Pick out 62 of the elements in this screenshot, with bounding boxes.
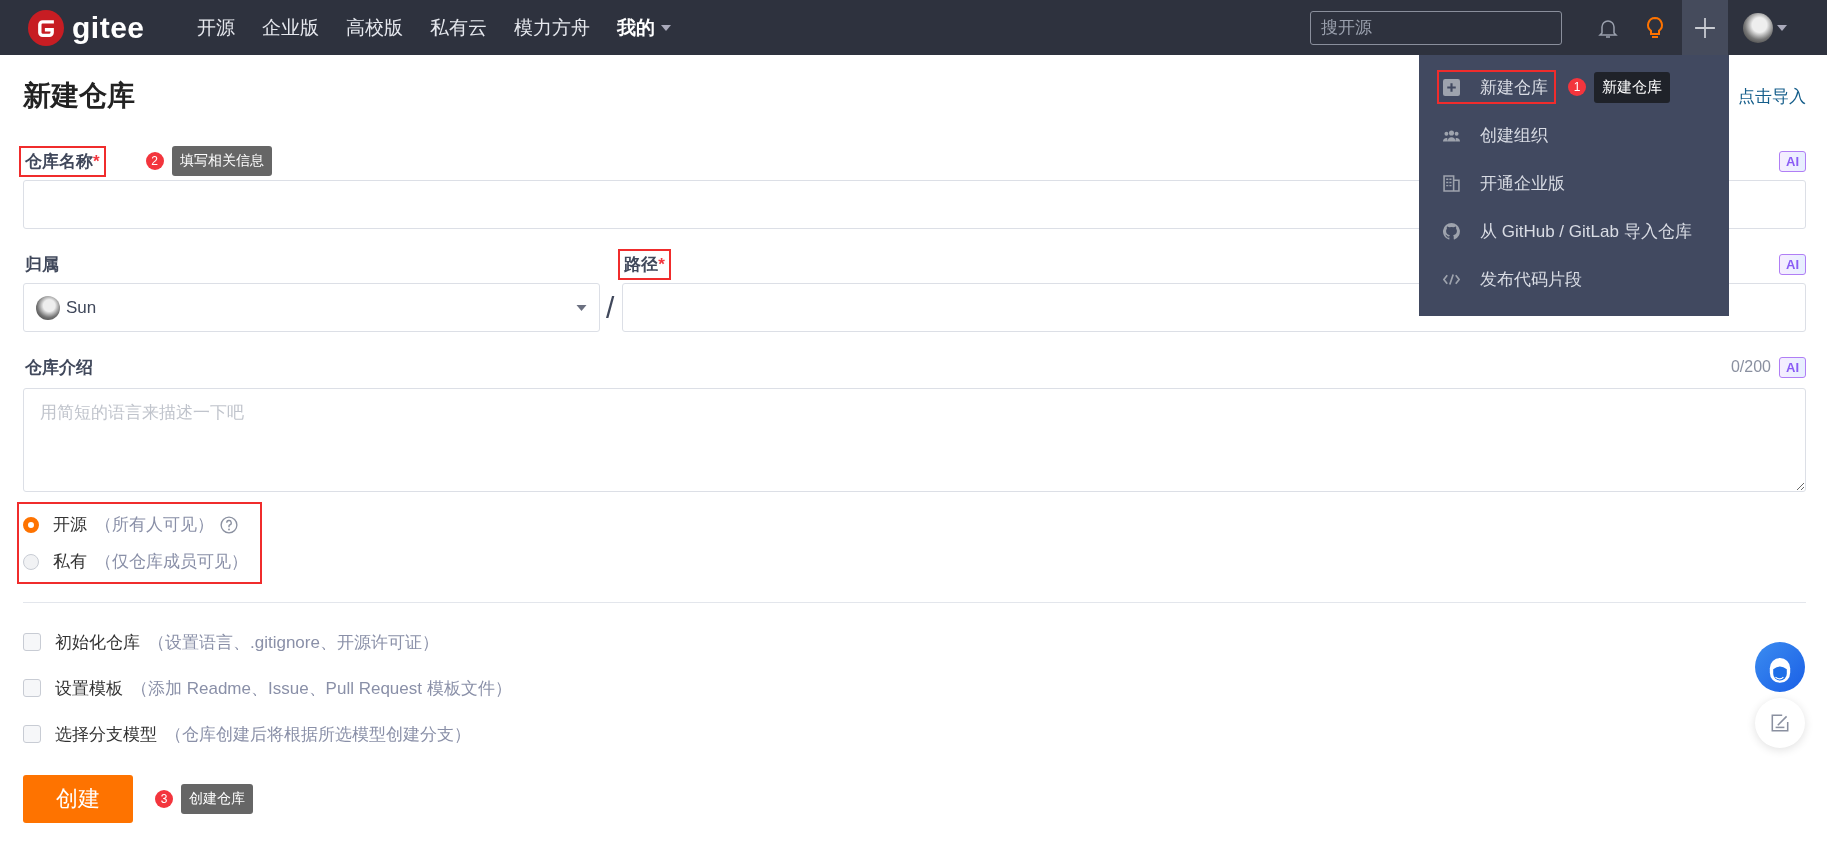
logo-text[interactable]: gitee: [72, 10, 145, 45]
search-field[interactable]: 搜开源: [1310, 10, 1562, 45]
field-label: 归属: [24, 253, 60, 276]
nav-link[interactable]: 高校版: [345, 14, 403, 41]
building-icon: [1443, 174, 1460, 192]
checkbox[interactable]: [23, 633, 41, 651]
github-icon: [1443, 222, 1460, 240]
option-label: 选择分支模型: [55, 723, 157, 746]
option-note: （添加 Readme、Issue、Pull Request 模板文件）: [131, 677, 512, 700]
page-title: 新建仓库: [23, 79, 135, 113]
option-label: 初始化仓库: [55, 631, 140, 654]
step-number-badge: 1: [1568, 78, 1586, 96]
plus-square-icon: [1443, 78, 1460, 96]
support-button[interactable]: [1755, 642, 1805, 692]
nav-link[interactable]: 我的: [616, 14, 671, 41]
menu-item[interactable]: 开通企业版: [1441, 166, 1573, 200]
radio-button[interactable]: [23, 516, 39, 533]
character-counter: 0/200: [1730, 358, 1771, 376]
caret-icon: [576, 304, 587, 311]
nav-link[interactable]: 开源: [196, 14, 235, 41]
help-icon[interactable]: [220, 515, 238, 534]
option-note: （所有人可见）: [95, 514, 214, 536]
ai-badge[interactable]: AI: [1779, 253, 1806, 275]
description-textarea[interactable]: 用简短的语言来描述一下吧: [23, 388, 1806, 492]
menu-item[interactable]: 创建组织: [1441, 118, 1556, 152]
option-label: 设置模板: [55, 677, 123, 700]
user-avatar[interactable]: [1743, 12, 1773, 43]
field-label: 仓库介绍: [24, 356, 94, 379]
tooltip: 创建仓库: [181, 784, 253, 814]
tooltip: 填写相关信息: [171, 146, 272, 176]
field-label: 仓库名称*: [19, 145, 106, 177]
caret-icon: [660, 24, 671, 31]
logo-icon[interactable]: [28, 9, 64, 46]
create-button[interactable]: [1682, 0, 1728, 55]
radio-button[interactable]: [23, 553, 39, 570]
import-link[interactable]: 点击导入: [1738, 84, 1806, 108]
menu-item[interactable]: 新建仓库: [1437, 70, 1556, 104]
user-avatar: [36, 295, 60, 320]
plus-icon: [1694, 16, 1716, 39]
option-label: 私有: [53, 551, 87, 573]
path-separator: /: [606, 290, 615, 326]
step-number-badge: 2: [145, 152, 164, 170]
nav-link[interactable]: 私有云: [429, 14, 487, 41]
option-note: （设置语言、.gitignore、开源许可证）: [148, 631, 439, 654]
checkbox[interactable]: [23, 725, 41, 743]
feedback-button[interactable]: [1755, 698, 1805, 748]
field-label: 路径*: [618, 248, 671, 280]
nav-link[interactable]: 模力方舟: [513, 14, 590, 41]
owner-select[interactable]: Sun: [23, 283, 600, 332]
option-note: （仅仓库成员可见）: [95, 551, 248, 573]
menu-item[interactable]: 从 GitHub / GitLab 导入仓库: [1441, 214, 1700, 248]
step-number-badge: 3: [155, 790, 173, 808]
nav-link[interactable]: 企业版: [261, 14, 319, 41]
edit-icon: [1769, 712, 1791, 734]
tooltip: 新建仓库: [1594, 71, 1670, 103]
ai-badge[interactable]: AI: [1779, 356, 1806, 378]
caret-icon: [1777, 24, 1787, 31]
menu-item[interactable]: 发布代码片段: [1441, 262, 1590, 296]
checkbox[interactable]: [23, 679, 41, 697]
ai-badge[interactable]: AI: [1779, 150, 1806, 172]
option-note: （仓库创建后将根据所选模型创建分支）: [165, 723, 471, 746]
option-label: 开源: [53, 514, 87, 536]
